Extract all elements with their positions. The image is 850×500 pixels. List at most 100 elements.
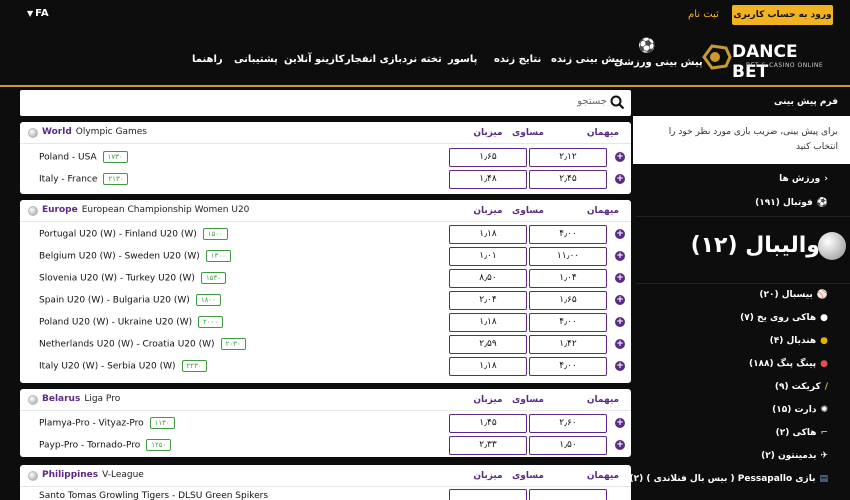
more-markets-button[interactable]: ۲۲۳۰ [181,360,207,372]
match-teams: Portugal U20 (W) - Finland U20 (W) ۱۵۰۰ [39,228,228,240]
logo-tagline: BET & CASINO ONLINE [746,62,824,69]
chevron-down-icon: ▼ [27,9,34,18]
nav-live-results[interactable]: نتایج زنده [494,54,541,65]
register-link[interactable]: ثبت نام [688,9,719,20]
expand-icon[interactable]: + [615,440,625,450]
odds-home[interactable]: ۱٫۴۵ [449,414,527,433]
nav-pasur[interactable]: پاسور [448,54,477,65]
expand-icon[interactable]: + [615,174,625,184]
odds-home[interactable]: ۲٫۰۴ [449,291,527,310]
darts-icon: ✺ [820,405,828,415]
sidebar-item-volleyball[interactable]: والیبال (۱۲) [636,217,850,282]
match-row: Poland - USA ۱۷۳۰ ۱٫۶۵ ۲٫۱۲ + [20,146,631,168]
expand-icon[interactable]: + [615,418,625,428]
odds-home[interactable]: ۸٫۵۰ [449,269,527,288]
login-button[interactable]: ورود به حساب کاربری [732,5,833,25]
match-teams: Plamya-Pro - Vityaz-Pro ۱۱۳۰ [39,417,175,429]
odds-away[interactable]: ۱٫۶۵ [529,291,607,310]
more-markets-button[interactable]: ۱۵۳۰ [200,272,226,284]
match-row: Poland U20 (W) - Ukraine U20 (W) ۲۰۰۰ ۱٫۱… [20,311,631,333]
odds-away[interactable]: ۴٫۰۰ [529,313,607,332]
nav-help[interactable]: راهنما [192,54,223,65]
search-bar[interactable]: جستجو [20,90,631,116]
nav-sport-prediction-label: پیش بینی ورزشی [614,57,703,68]
expand-icon[interactable]: + [615,229,625,239]
column-draw: مساوی [512,395,544,405]
expand-icon[interactable]: + [615,295,625,305]
main-header: DANCE BET BET & CASINO ONLINE ⚽ پیش بینی… [0,30,850,87]
odds-away[interactable]: ۴٫۰۰ [529,357,607,376]
sidebar-item-pessapallo[interactable]: ▤بازی Pessapallo ( بیس بال فنلاندی ) (۲) [629,474,828,484]
match-row: Italy - France ۲۱۳۰ ۱٫۴۸ ۲٫۴۵ + [20,168,631,190]
odds-away[interactable]: ۲٫۱۲ [529,148,607,167]
more-markets-button[interactable]: ۲۰۰۰ [198,316,224,328]
nav-live-prediction[interactable]: پیش بینی زنده [551,54,623,65]
league-header: Philippines V-League میزبان مساوی میهمان [20,465,631,487]
sidebar-item-baseball[interactable]: ⚾بیسبال (۲۰) [759,290,828,300]
sidebar-item-ice-hockey[interactable]: ●هاکی روی یخ (۷) [740,313,828,323]
odds-away[interactable]: ۱۱٫۰۰ [529,247,607,266]
more-markets-button[interactable]: ۲۱۳۰ [103,173,129,185]
odds-away[interactable] [529,489,607,500]
more-markets-button[interactable]: ۱۵۰۰ [202,228,228,240]
match-teams-label: Poland - USA [39,152,97,163]
nav-sport-prediction[interactable]: ⚽ پیش بینی ورزشی [614,38,703,68]
odds-home[interactable]: ۲٫۵۹ [449,335,527,354]
expand-icon[interactable]: + [615,251,625,261]
badminton-icon: ✈ [820,451,828,461]
odds-home[interactable]: ۱٫۱۸ [449,313,527,332]
odds-home[interactable]: ۲٫۳۳ [449,436,527,455]
more-markets-button[interactable]: ۱۳۰۰ [205,250,231,262]
odds-home[interactable] [449,489,527,500]
more-markets-button[interactable]: ۱۷۳۰ [102,151,128,163]
odds-away[interactable]: ۲٫۶۰ [529,414,607,433]
sidebar-item-ping-pong[interactable]: ●پینگ پنگ (۱۸۸) [749,359,828,369]
odds-home[interactable]: ۱٫۱۸ [449,357,527,376]
column-draw: مساوی [512,206,544,216]
more-markets-button[interactable]: ۱۲۵۰ [146,439,172,451]
nav-online-casino[interactable]: کازینو آنلاین [284,54,344,65]
match-teams: Netherlands U20 (W) - Croatia U20 (W) ۲۰۳… [39,338,246,350]
search-icon[interactable] [610,95,625,110]
more-markets-button[interactable]: ۱۸۰۰ [195,294,221,306]
expand-icon[interactable]: + [615,317,625,327]
odds-home[interactable]: ۱٫۶۵ [449,148,527,167]
more-markets-button[interactable]: ۱۱۳۰ [149,417,175,429]
odds-away[interactable]: ۱٫۴۲ [529,335,607,354]
league-card: World Olympic Games میزبان مساوی میهمان P… [20,122,631,194]
expand-icon[interactable]: + [615,339,625,349]
globe-icon [28,395,38,405]
sidebar-item-hockey[interactable]: ⌐هاکی (۲) [776,428,828,438]
odds-away[interactable]: ۱٫۰۴ [529,269,607,288]
match-teams: Santo Tomas Growling Tigers - DLSU Green… [39,491,268,500]
column-away: میهمان [586,128,620,138]
sidebar-item-cricket[interactable]: /کریکت (۹) [775,382,828,392]
sidebar-item-badminton[interactable]: ✈بدمینتون (۲) [761,451,828,461]
odds-away[interactable]: ۲٫۴۵ [529,170,607,189]
match-row: Italy U20 (W) - Serbia U20 (W) ۲۲۳۰ ۱٫۱۸ … [20,355,631,377]
match-teams: Italy U20 (W) - Serbia U20 (W) ۲۲۳۰ [39,360,207,372]
expand-icon[interactable]: + [615,152,625,162]
language-selector[interactable]: ▼ FA [27,8,49,19]
expand-icon[interactable]: + [615,361,625,371]
odds-home[interactable]: ۱٫۰۱ [449,247,527,266]
sidebar-item-handball[interactable]: ●هندبال (۴) [770,336,828,346]
league-region: Philippines [42,470,99,480]
expand-icon[interactable]: + [615,273,625,283]
handball-icon: ● [820,336,828,346]
more-markets-button[interactable]: ۲۰۳۰ [220,338,246,350]
nav-crash-game[interactable]: بازی انفجار [345,54,402,65]
sidebar-item-label: والیبال (۱۲) [690,233,820,258]
logo[interactable]: DANCE BET BET & CASINO ONLINE [696,38,826,82]
sidebar-item-darts[interactable]: ✺دارت (۱۵) [772,405,828,415]
odds-home[interactable]: ۱٫۱۸ [449,225,527,244]
search-input[interactable]: جستجو [577,96,607,107]
nav-backgammon[interactable]: تخته نرد [402,54,442,65]
soccer-ball-icon: ⚽ [816,198,828,208]
sports-heading[interactable]: ‹ورزش ها [779,174,828,184]
odds-away[interactable]: ۴٫۰۰ [529,225,607,244]
nav-support[interactable]: پشتیبانی [234,54,278,65]
odds-home[interactable]: ۱٫۴۸ [449,170,527,189]
sidebar-item-football[interactable]: ⚽فوتبال (۱۹۱) [755,198,828,208]
odds-away[interactable]: ۱٫۵۰ [529,436,607,455]
